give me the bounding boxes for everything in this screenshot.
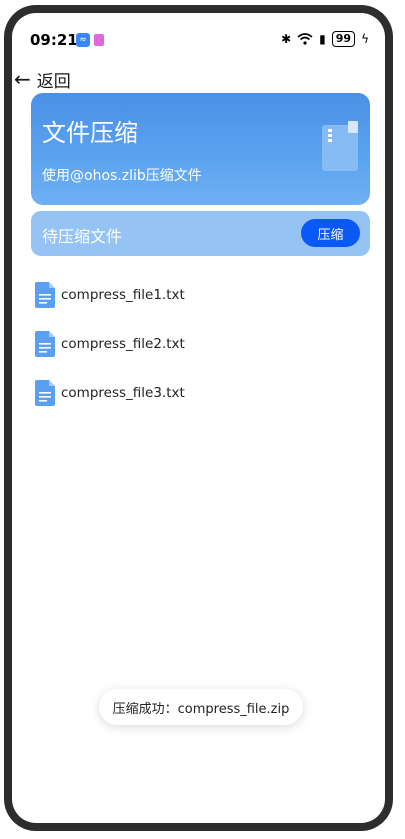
text-file-icon: [35, 379, 55, 406]
back-label: 返回: [36, 71, 71, 92]
bluetooth-icon: ✱: [281, 32, 292, 46]
status-right-icons: ✱ ▮ 99 ϟ: [281, 31, 369, 47]
back-arrow-icon: ←: [14, 67, 31, 91]
app-notification-icon-2: [94, 34, 104, 46]
zip-file-icon: [322, 121, 358, 171]
file-name: compress_file3.txt: [61, 384, 185, 401]
screen: 09:21 ≈ ✱ ▮ 99 ϟ ← 返回 文件压缩 使用@ohos.zlib压…: [12, 13, 385, 823]
list-item[interactable]: compress_file3.txt: [35, 368, 365, 417]
status-bar: 09:21 ≈ ✱ ▮ 99 ϟ: [12, 13, 385, 55]
wifi-icon: [297, 33, 313, 45]
status-time: 09:21: [30, 31, 78, 49]
page-title: 文件压缩: [42, 119, 138, 147]
battery-icon: 99: [331, 31, 356, 47]
file-name: compress_file1.txt: [61, 286, 185, 303]
sim-icon: ▮: [319, 32, 326, 46]
file-name: compress_file2.txt: [61, 335, 185, 352]
toast-message: 压缩成功：compress_file.zip: [99, 689, 303, 725]
compress-button[interactable]: 压缩: [301, 219, 360, 247]
back-button[interactable]: ← 返回: [14, 65, 71, 93]
pending-files-label: 待压缩文件: [42, 227, 123, 246]
text-file-icon: [35, 281, 55, 308]
charging-icon: ϟ: [361, 32, 369, 46]
pending-files-bar: 待压缩文件 压缩: [31, 211, 370, 256]
header-card: 文件压缩 使用@ohos.zlib压缩文件: [31, 93, 370, 205]
list-item[interactable]: compress_file2.txt: [35, 319, 365, 368]
text-file-icon: [35, 330, 55, 357]
notification-icons: ≈: [76, 33, 104, 47]
page-subtitle: 使用@ohos.zlib压缩文件: [42, 168, 202, 184]
app-notification-icon: ≈: [76, 33, 90, 47]
file-list: compress_file1.txt compress_file2.txt co…: [35, 270, 365, 417]
device-frame: 09:21 ≈ ✱ ▮ 99 ϟ ← 返回 文件压缩 使用@ohos.zlib压…: [4, 5, 393, 831]
list-item[interactable]: compress_file1.txt: [35, 270, 365, 319]
